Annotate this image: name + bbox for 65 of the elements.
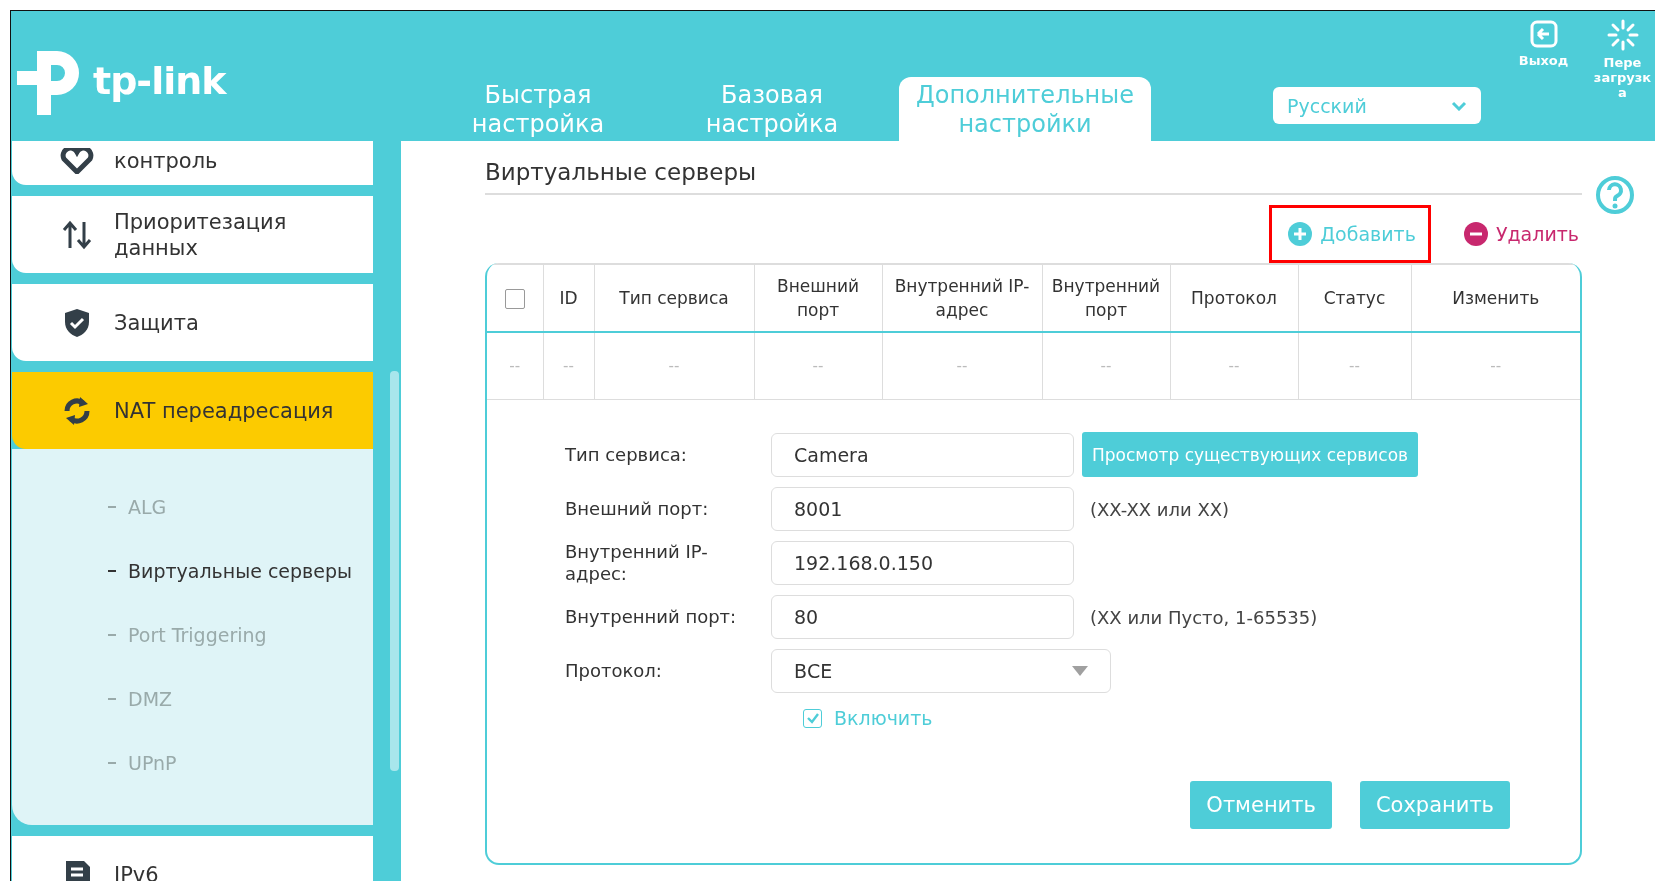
cancel-button[interactable]: Отменить <box>1190 781 1332 829</box>
sidebar-item[interactable]: Защита <box>12 284 373 361</box>
logo-text: tp-link <box>93 59 226 103</box>
column-header: ID <box>559 288 578 308</box>
column-header: Протокол <box>1191 288 1277 308</box>
delete-button[interactable]: Удалить <box>1444 205 1582 263</box>
sidebar-item[interactable]: контроль <box>12 141 373 185</box>
column-header: Внешний порт <box>777 276 859 320</box>
table-cell: -- <box>1228 357 1240 375</box>
nav-tab[interactable]: Базовая настройка <box>665 77 879 141</box>
field-label: Внешний порт: <box>565 498 710 520</box>
minus-icon <box>1463 222 1488 246</box>
spinner-icon <box>1606 19 1639 51</box>
logout-icon <box>1528 19 1559 49</box>
sidebar-item[interactable]: NAT переадресация <box>12 372 373 449</box>
column-header: Внутренний порт <box>1051 276 1161 320</box>
table-cell: -- <box>956 357 968 375</box>
submenu-item[interactable]: UPnP <box>12 731 373 795</box>
logout-button[interactable]: Выход <box>1506 19 1581 100</box>
field-label: Протокол: <box>565 660 663 682</box>
help-icon[interactable] <box>1595 175 1635 215</box>
nav-tab[interactable]: Дополнительные настройки <box>899 77 1151 141</box>
reboot-button[interactable]: Пере загрузк а <box>1585 19 1655 100</box>
column-header: Внутренний IP-адрес <box>894 276 1030 320</box>
checkbox-label: Включить <box>834 707 933 729</box>
sidebar-item[interactable]: IPv6 <box>12 836 373 881</box>
column-header: Статус <box>1323 288 1386 308</box>
submenu-item[interactable]: Port Triggering <box>12 603 373 667</box>
field-label: Внутренний IP-адрес: <box>565 541 709 585</box>
save-button[interactable]: Сохранить <box>1359 781 1510 829</box>
input-field[interactable]: Camera <box>771 432 1074 477</box>
sidebar-item[interactable]: Приоритезация данных <box>12 196 373 273</box>
field-label: Тип сервиса: <box>565 443 688 466</box>
field-hint: (XX-XX или XX) <box>1090 498 1230 520</box>
submenu-item[interactable]: ALG <box>12 475 373 539</box>
table-cell: -- <box>812 357 824 375</box>
browse-services-button[interactable]: Просмотр существующих сервисов <box>1082 432 1419 477</box>
add-button[interactable]: Добавить <box>1269 205 1431 263</box>
field-hint: (XX или Пусто, 1-65535) <box>1090 606 1318 628</box>
dropdown-arrow-icon <box>1072 666 1088 676</box>
heart-icon <box>60 148 94 174</box>
sort-arrows-icon <box>60 219 94 250</box>
input-field[interactable]: 80 <box>771 595 1074 639</box>
column-header: Тип сервиса <box>619 288 729 308</box>
enable-checkbox[interactable] <box>803 708 822 728</box>
table-cell: -- <box>668 357 680 375</box>
chevron-down-icon <box>1451 100 1467 111</box>
table-cell: -- <box>563 357 574 375</box>
column-header: Изменить <box>1452 288 1540 308</box>
protocol-select[interactable]: ВСЕ <box>771 649 1111 693</box>
submenu-item[interactable]: DMZ <box>12 667 373 731</box>
page-title: Виртуальные серверы <box>485 159 758 185</box>
submenu-item[interactable]: Виртуальные серверы <box>12 539 373 603</box>
nav-tab[interactable]: Быстрая настройка <box>431 77 645 141</box>
input-field[interactable]: 8001 <box>771 487 1074 531</box>
scrollbar[interactable] <box>390 371 399 771</box>
input-field[interactable]: 192.168.0.150 <box>771 541 1074 585</box>
table-cell: -- <box>1490 357 1502 375</box>
select-all-checkbox[interactable] <box>504 289 525 309</box>
table-cell: -- <box>1100 357 1112 375</box>
field-label: Внутренний порт: <box>565 606 738 628</box>
plus-icon <box>1288 222 1313 246</box>
table-cell: -- <box>509 357 521 375</box>
language-select[interactable]: Русский <box>1273 87 1481 124</box>
table-cell: -- <box>1349 357 1360 375</box>
